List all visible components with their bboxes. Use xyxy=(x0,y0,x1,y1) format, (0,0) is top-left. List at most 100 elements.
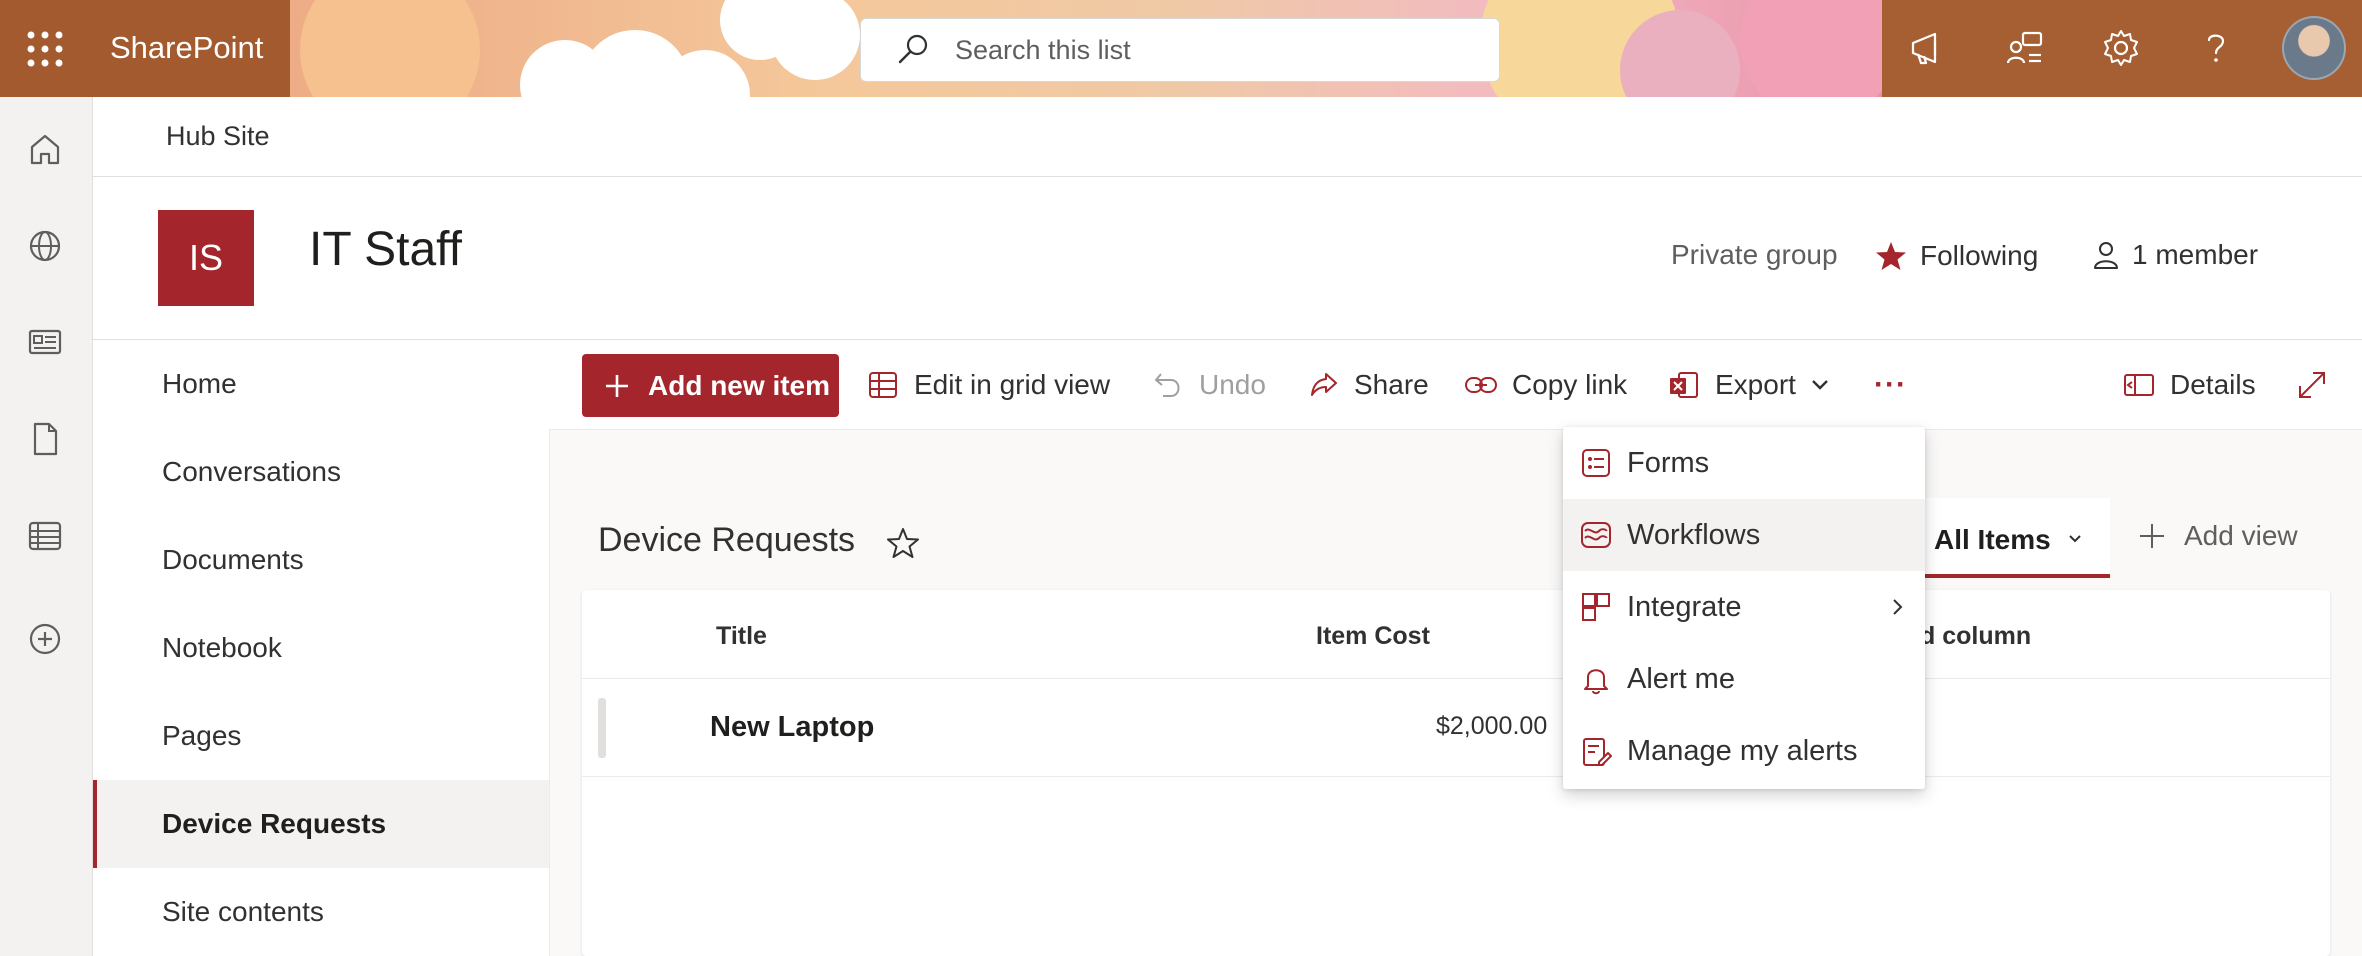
brand-name[interactable]: SharePoint xyxy=(110,30,263,66)
share-label: Share xyxy=(1354,369,1429,400)
nav-item-conversations[interactable]: Conversations xyxy=(93,428,549,516)
undo-label: Undo xyxy=(1199,369,1266,400)
megaphone-icon[interactable] xyxy=(1905,25,1951,71)
view-selector-all-items[interactable]: All Items xyxy=(1920,498,2110,578)
globe-icon[interactable] xyxy=(24,225,66,267)
manage-alerts-icon xyxy=(1583,738,1612,766)
news-icon[interactable] xyxy=(24,321,66,363)
export-label: Export xyxy=(1715,369,1796,400)
menu-item-integrate-label: Integrate xyxy=(1627,590,1742,623)
banner-cloud xyxy=(770,0,860,80)
column-header-add-column[interactable]: d column xyxy=(1920,622,2031,651)
sharepoint-feed-icon[interactable] xyxy=(2003,25,2049,71)
app-bar xyxy=(0,97,93,956)
user-avatar[interactable] xyxy=(2282,16,2346,80)
details-pane-icon xyxy=(2124,374,2154,396)
plus-icon xyxy=(606,374,628,397)
grid-icon xyxy=(869,372,897,398)
banner-shape xyxy=(300,0,480,97)
share-button[interactable]: Share xyxy=(1306,362,1429,408)
file-icon[interactable] xyxy=(24,418,66,460)
more-label: ··· xyxy=(1874,368,1907,401)
row-item-cost-cell: $2,000.00 xyxy=(1436,712,1548,740)
menu-item-integrate[interactable]: Integrate xyxy=(1563,571,1925,643)
forms-icon xyxy=(1582,449,1610,477)
row-selection-handle[interactable] xyxy=(598,698,606,758)
link-icon xyxy=(1465,377,1497,393)
edit-grid-view-label: Edit in grid view xyxy=(914,369,1111,400)
details-button[interactable]: Details xyxy=(2122,362,2256,408)
menu-item-workflows[interactable]: Workflows xyxy=(1563,499,1925,571)
lists-icon[interactable] xyxy=(24,515,66,557)
expand-icon xyxy=(2299,372,2325,398)
list-title: Device Requests xyxy=(598,521,856,559)
menu-item-forms[interactable]: Forms xyxy=(1563,427,1925,499)
quick-launch-nav: Home Conversations Documents Notebook Pa… xyxy=(93,340,549,956)
privacy-label: Private group xyxy=(1671,239,1838,270)
undo-icon xyxy=(1155,373,1180,397)
column-header-item-cost[interactable]: Item Cost xyxy=(1316,622,1430,651)
share-icon xyxy=(1311,373,1337,396)
more-options-menu: Forms Workflows Integrate Alert me Manag… xyxy=(1563,427,1925,789)
menu-item-forms-label: Forms xyxy=(1627,446,1710,479)
add-new-item-label: Add new item xyxy=(648,369,831,401)
site-logo[interactable]: IS xyxy=(158,210,254,306)
expand-button[interactable] xyxy=(2295,362,2343,408)
search-icon xyxy=(898,34,928,64)
copy-link-label: Copy link xyxy=(1512,369,1628,400)
banner-shape xyxy=(1740,0,1900,97)
add-view-button[interactable]: Add view xyxy=(2136,520,2298,552)
members-label: 1 member xyxy=(2132,239,2259,270)
nav-item-pages[interactable]: Pages xyxy=(93,692,549,780)
header-divider xyxy=(582,678,2330,679)
copy-link-button[interactable]: Copy link xyxy=(1464,362,1627,408)
hub-navigation: Hub Site xyxy=(93,97,2362,177)
row-divider xyxy=(582,776,2330,777)
bell-icon xyxy=(1584,669,1608,695)
following-label: Following xyxy=(1920,240,2039,271)
menu-item-manage-alerts[interactable]: Manage my alerts xyxy=(1563,715,1925,787)
excel-icon xyxy=(1670,372,1698,398)
site-header: IS IT Staff Private group Following 1 me… xyxy=(93,177,2362,340)
site-title[interactable]: IT Staff xyxy=(309,222,462,277)
undo-button[interactable]: Undo xyxy=(1151,362,1266,408)
search-placeholder: Search this list xyxy=(955,34,1131,65)
row-title-cell[interactable]: New Laptop xyxy=(710,711,874,744)
plus-icon xyxy=(2140,524,2164,548)
follow-button[interactable]: Following xyxy=(1874,239,2038,273)
chevron-down-icon xyxy=(2069,535,2081,543)
menu-item-alert-me-label: Alert me xyxy=(1627,662,1735,695)
create-icon[interactable] xyxy=(24,618,66,660)
search-box[interactable]: Search this list xyxy=(860,18,1500,82)
nav-item-notebook[interactable]: Notebook xyxy=(93,604,549,692)
menu-item-manage-alerts-label: Manage my alerts xyxy=(1627,734,1858,767)
details-label: Details xyxy=(2170,369,2256,400)
add-view-label: Add view xyxy=(2184,520,2298,551)
suite-bar: SharePoint Search this list xyxy=(0,0,2362,97)
gear-icon[interactable] xyxy=(2098,25,2144,71)
menu-item-alert-me[interactable]: Alert me xyxy=(1563,643,1925,715)
export-button[interactable]: Export xyxy=(1667,362,1830,408)
favorite-star-icon[interactable] xyxy=(885,525,921,561)
menu-item-workflows-label: Workflows xyxy=(1627,518,1761,551)
hub-site-link[interactable]: Hub Site xyxy=(166,121,270,152)
star-filled-icon xyxy=(1876,242,1906,270)
members-button[interactable]: 1 member xyxy=(2090,239,2258,271)
home-icon[interactable] xyxy=(24,128,66,170)
nav-item-home[interactable]: Home xyxy=(93,340,549,428)
help-icon[interactable] xyxy=(2193,25,2239,71)
list-grid xyxy=(582,590,2330,956)
edit-grid-view-button[interactable]: Edit in grid view xyxy=(866,362,1110,408)
integrate-icon xyxy=(1582,593,1610,621)
nav-item-device-requests[interactable]: Device Requests xyxy=(93,780,549,868)
chevron-down-icon xyxy=(1812,380,1828,390)
nav-item-documents[interactable]: Documents xyxy=(93,516,549,604)
more-button[interactable]: ··· xyxy=(1874,362,1907,408)
nav-item-site-contents[interactable]: Site contents xyxy=(93,868,549,956)
person-icon xyxy=(2094,242,2118,269)
workflows-icon xyxy=(1581,522,1611,548)
chevron-right-icon xyxy=(1893,599,1903,615)
app-launcher-icon[interactable] xyxy=(22,26,68,72)
add-new-item-button[interactable]: Add new item xyxy=(582,354,839,417)
column-header-title[interactable]: Title xyxy=(716,622,767,651)
